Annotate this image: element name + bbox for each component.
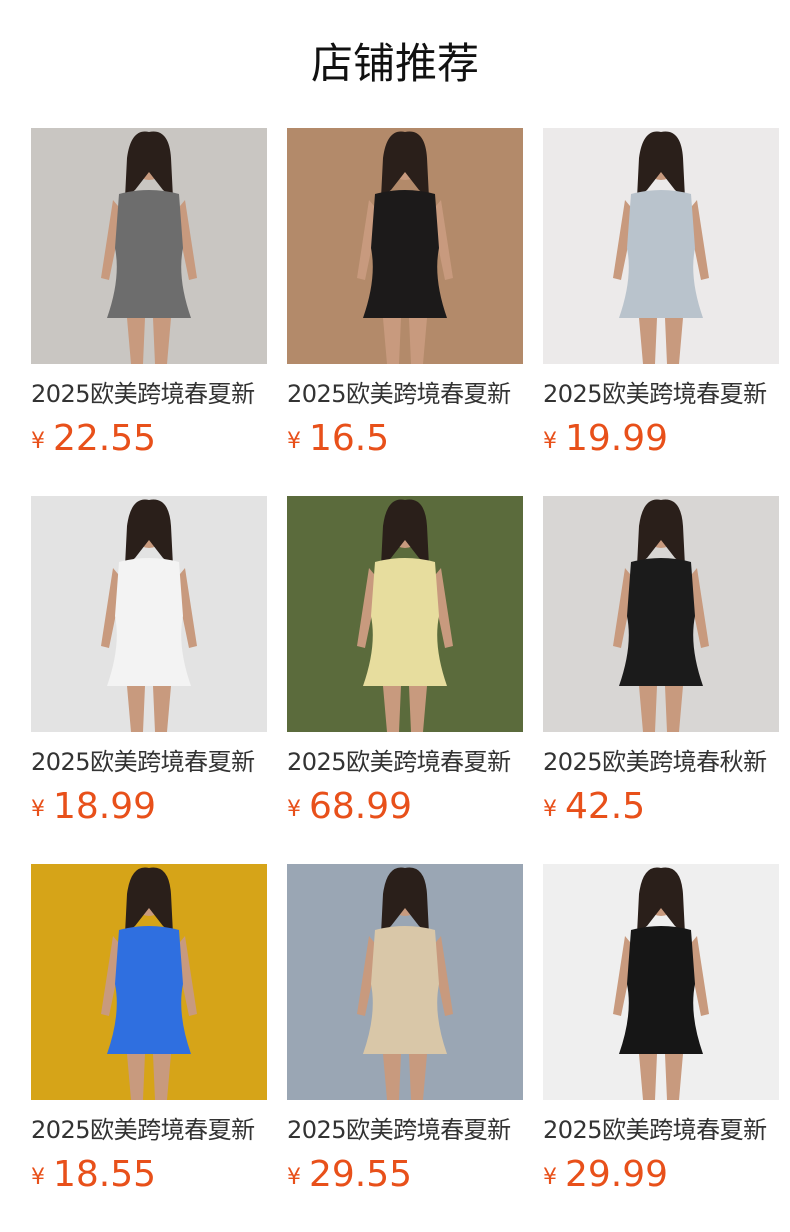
currency-symbol: ¥ — [31, 1165, 45, 1190]
product-price: ¥29.99 — [543, 1152, 779, 1198]
currency-symbol: ¥ — [543, 429, 557, 454]
price-value: 29.55 — [309, 1154, 413, 1195]
product-title[interactable]: 2025欧美跨境春秋新 — [543, 746, 779, 778]
product-image[interactable] — [543, 864, 779, 1100]
product-title[interactable]: 2025欧美跨境春夏新 — [287, 378, 523, 410]
product-card[interactable]: 2025欧美跨境春夏新 ¥68.99 — [287, 496, 523, 836]
product-price: ¥18.99 — [31, 784, 267, 830]
product-image[interactable] — [31, 496, 267, 732]
price-value: 22.55 — [53, 418, 157, 459]
price-value: 68.99 — [309, 786, 413, 827]
product-card[interactable]: 2025欧美跨境春夏新 ¥29.99 — [543, 864, 779, 1204]
product-image[interactable] — [31, 128, 267, 364]
product-title[interactable]: 2025欧美跨境春夏新 — [287, 1114, 523, 1146]
product-price: ¥22.55 — [31, 416, 267, 462]
currency-symbol: ¥ — [31, 797, 45, 822]
currency-symbol: ¥ — [31, 429, 45, 454]
product-card[interactable]: 2025欧美跨境春夏新 ¥18.55 — [31, 864, 267, 1204]
currency-symbol: ¥ — [543, 797, 557, 822]
currency-symbol: ¥ — [287, 1165, 301, 1190]
product-image[interactable] — [31, 864, 267, 1100]
page-title: 店铺推荐 — [310, 39, 479, 88]
price-value: 18.99 — [53, 786, 157, 827]
product-image[interactable] — [543, 128, 779, 364]
product-title[interactable]: 2025欧美跨境春夏新 — [31, 1114, 267, 1146]
product-price: ¥29.55 — [287, 1152, 523, 1198]
price-value: 18.55 — [53, 1154, 157, 1195]
product-price: ¥42.5 — [543, 784, 779, 830]
product-card[interactable]: 2025欧美跨境春夏新 ¥22.55 — [31, 128, 267, 468]
product-title[interactable]: 2025欧美跨境春夏新 — [287, 746, 523, 778]
product-price: ¥19.99 — [543, 416, 779, 462]
product-card[interactable]: 2025欧美跨境春夏新 ¥19.99 — [543, 128, 779, 468]
product-card[interactable]: 2025欧美跨境春夏新 ¥29.55 — [287, 864, 523, 1204]
product-card[interactable]: 2025欧美跨境春夏新 ¥16.5 — [287, 128, 523, 468]
product-title[interactable]: 2025欧美跨境春夏新 — [543, 378, 779, 410]
product-price: ¥68.99 — [287, 784, 523, 830]
product-image[interactable] — [543, 496, 779, 732]
currency-symbol: ¥ — [287, 429, 301, 454]
product-price: ¥16.5 — [287, 416, 523, 462]
product-image[interactable] — [287, 864, 523, 1100]
product-title[interactable]: 2025欧美跨境春夏新 — [31, 378, 267, 410]
currency-symbol: ¥ — [543, 1165, 557, 1190]
price-value: 19.99 — [565, 418, 669, 459]
product-price: ¥18.55 — [31, 1152, 267, 1198]
currency-symbol: ¥ — [287, 797, 301, 822]
product-image[interactable] — [287, 128, 523, 364]
product-image[interactable] — [287, 496, 523, 732]
product-card[interactable]: 2025欧美跨境春秋新 ¥42.5 — [543, 496, 779, 836]
price-value: 29.99 — [565, 1154, 669, 1195]
product-title[interactable]: 2025欧美跨境春夏新 — [31, 746, 267, 778]
price-value: 16.5 — [309, 418, 390, 459]
product-card[interactable]: 2025欧美跨境春夏新 ¥18.99 — [31, 496, 267, 836]
product-title[interactable]: 2025欧美跨境春夏新 — [543, 1114, 779, 1146]
price-value: 42.5 — [565, 786, 646, 827]
